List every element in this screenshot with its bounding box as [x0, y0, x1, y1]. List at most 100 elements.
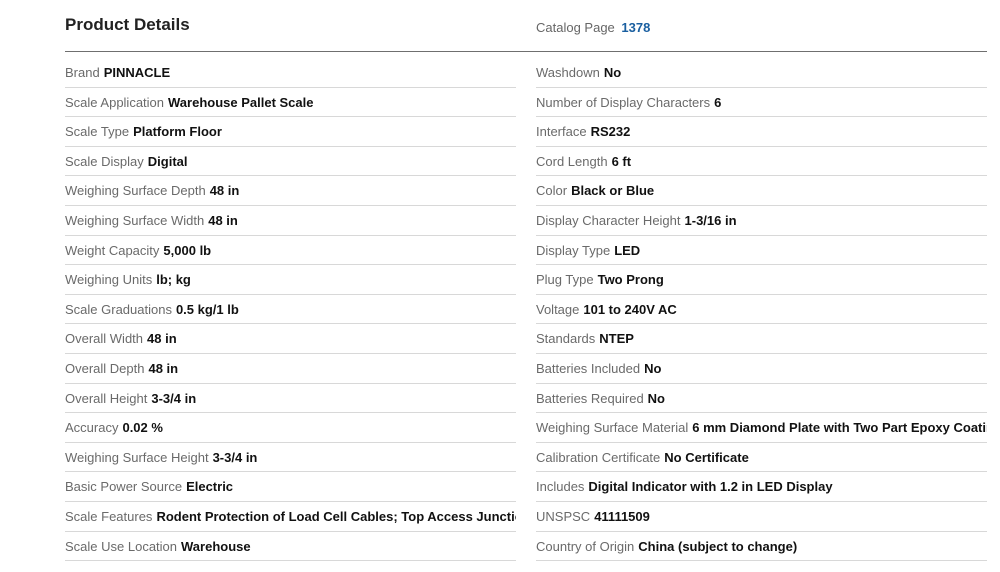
spec-row: Interface RS232: [536, 117, 987, 147]
spec-value: Digital: [147, 153, 188, 169]
spec-row: Scale Type Platform Floor: [65, 117, 516, 147]
spec-row: Weight Capacity 5,000 lb: [65, 236, 516, 266]
spec-row: Weighing Units lb; kg: [65, 265, 516, 295]
spec-label: Scale Display: [65, 153, 144, 169]
spec-value: 5,000 lb: [163, 242, 212, 258]
catalog-page-link[interactable]: 1378: [621, 20, 650, 35]
spec-row: Display Type LED: [536, 236, 987, 266]
spec-value: 48 in: [208, 212, 238, 228]
spec-value: 6 mm Diamond Plate with Two Part Epoxy C…: [692, 420, 987, 436]
spec-label: Display Character Height: [536, 212, 681, 228]
spec-label: Accuracy: [65, 420, 119, 436]
spec-row: Scale Graduations 0.5 kg/1 lb: [65, 295, 516, 325]
spec-label: Weighing Surface Width: [65, 212, 205, 228]
spec-row: Display Character Height 1-3/16 in: [536, 206, 987, 236]
spec-value: China (subject to change): [638, 538, 798, 554]
spec-row: Cord Length 6 ft: [536, 147, 987, 177]
spec-label: Country of Origin: [536, 538, 635, 554]
spec-value: Warehouse: [181, 538, 251, 554]
spec-value: 41111509: [594, 508, 650, 524]
spec-value: 0.02 %: [122, 420, 163, 436]
spec-label: Overall Depth: [65, 360, 145, 376]
spec-label: Color: [536, 183, 568, 199]
spec-row: Batteries Required No: [536, 384, 987, 414]
spec-row: Overall Width 48 in: [65, 324, 516, 354]
spec-column-left: Brand PINNACLE Scale Application Warehouse …: [65, 58, 516, 562]
spec-label: UNSPSC: [536, 508, 591, 524]
spec-label: Weighing Surface Material: [536, 420, 689, 436]
spec-row: Scale Use Location Warehouse: [65, 532, 516, 562]
spec-value: 1-3/16 in: [684, 212, 737, 228]
spec-label: Includes: [536, 479, 585, 495]
spec-row: Batteries Included No: [536, 354, 987, 384]
spec-label: Batteries Required: [536, 390, 644, 406]
catalog-page: Catalog Page 1378: [536, 20, 650, 35]
spec-value: No: [644, 360, 662, 376]
spec-value: No: [603, 65, 622, 80]
spec-label: Weight Capacity: [65, 242, 160, 258]
spec-value: Black or Blue: [571, 183, 655, 199]
spec-row: Color Black or Blue: [536, 176, 987, 206]
spec-row: Standards NTEP: [536, 324, 987, 354]
spec-label: Batteries Included: [536, 360, 641, 376]
spec-value: 0.5 kg/1 lb: [175, 301, 239, 317]
spec-label: Scale Application: [65, 94, 165, 110]
product-details-header: Product Details Catalog Page 1378: [65, 0, 987, 52]
spec-label: Weighing Units: [65, 272, 153, 288]
spec-label: Voltage: [536, 301, 580, 317]
spec-value: NTEP: [599, 331, 634, 347]
spec-label: Calibration Certificate: [536, 449, 661, 465]
spec-row: UNSPSC 41111509: [536, 502, 987, 532]
spec-value: 48 in: [147, 331, 177, 347]
spec-value: Rodent Protection of Load Cell Cables; T…: [156, 508, 516, 524]
spec-row: Overall Height 3-3/4 in: [65, 384, 516, 414]
spec-row: Scale Features Rodent Protection of Load …: [65, 502, 516, 532]
spec-label: Interface: [536, 124, 587, 140]
spec-column-right: Washdown No Number of Display Characters 6 I…: [536, 58, 987, 562]
spec-label: Scale Features: [65, 508, 153, 524]
spec-value: No Certificate: [664, 449, 749, 465]
spec-value: PINNACLE: [103, 65, 171, 80]
spec-row: Country of Origin China (subject to chang…: [536, 532, 987, 562]
spec-label: Scale Type: [65, 124, 130, 140]
spec-row: Number of Display Characters 6: [536, 88, 987, 118]
spec-row: Brand PINNACLE: [65, 58, 516, 88]
spec-value: Two Prong: [597, 272, 664, 288]
spec-row: Weighing Surface Material 6 mm Diamond Pl…: [536, 413, 987, 443]
spec-label: Display Type: [536, 242, 611, 258]
spec-value: lb; kg: [156, 272, 191, 288]
spec-label: Plug Type: [536, 272, 594, 288]
spec-label: Washdown: [536, 65, 600, 80]
spec-row: Weighing Surface Depth 48 in: [65, 176, 516, 206]
spec-row: Overall Depth 48 in: [65, 354, 516, 384]
spec-label: Overall Height: [65, 390, 148, 406]
spec-label: Brand: [65, 65, 100, 80]
spec-row: Voltage 101 to 240V AC: [536, 295, 987, 325]
spec-value: LED: [614, 242, 641, 258]
page-title: Product Details: [65, 15, 190, 34]
spec-value: 48 in: [209, 183, 240, 199]
spec-label: Number of Display Characters: [536, 94, 711, 110]
spec-value: Platform Floor: [133, 124, 222, 140]
spec-label: Weighing Surface Height: [65, 449, 209, 465]
spec-row: Scale Display Digital: [65, 147, 516, 177]
spec-row: Washdown No: [536, 58, 987, 88]
spec-row: Weighing Surface Height 3-3/4 in: [65, 443, 516, 473]
spec-label: Scale Use Location: [65, 538, 178, 554]
spec-value: Electric: [186, 479, 234, 495]
spec-value: 101 to 240V AC: [583, 301, 677, 317]
catalog-page-label: Catalog Page: [536, 20, 615, 35]
spec-row: Basic Power Source Electric: [65, 472, 516, 502]
spec-label: Scale Graduations: [65, 301, 172, 317]
spec-row: Calibration Certificate No Certificate: [536, 443, 987, 473]
spec-row: Accuracy 0.02 %: [65, 413, 516, 443]
spec-row: Scale Application Warehouse Pallet Scale: [65, 88, 516, 118]
spec-value: Warehouse Pallet Scale: [168, 94, 314, 110]
spec-row: Includes Digital Indicator with 1.2 in LE…: [536, 472, 987, 502]
spec-value: 48 in: [148, 360, 179, 376]
spec-row: Plug Type Two Prong: [536, 265, 987, 295]
spec-value: RS232: [590, 124, 631, 140]
spec-label: Standards: [536, 331, 596, 347]
spec-value: 6 ft: [611, 153, 632, 169]
spec-value: 3-3/4 in: [212, 449, 258, 465]
